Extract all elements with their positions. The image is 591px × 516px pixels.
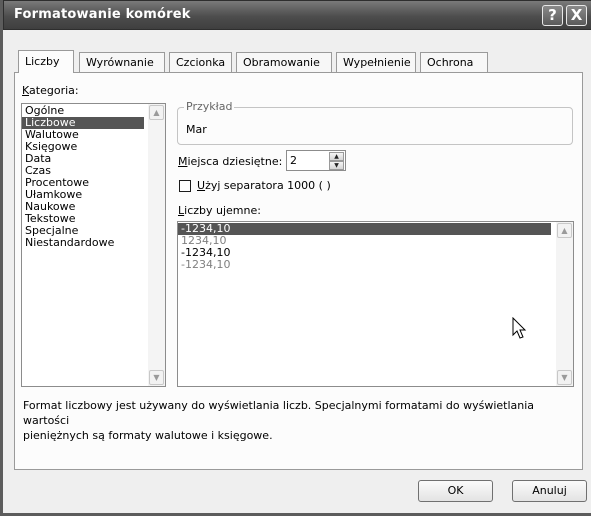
- tab-obramowanie[interactable]: Obramowanie: [236, 52, 332, 72]
- decimal-places-value: 2: [290, 154, 297, 167]
- negative-numbers-listbox[interactable]: -1234,10 1234,10 -1234,10 -1234,10 ▲ ▼: [177, 221, 574, 387]
- description-line-1: Format liczbowy jest używany do wyświetl…: [23, 399, 535, 427]
- decimal-places-spinner[interactable]: 2 ▲ ▼: [286, 150, 346, 171]
- scroll-up-icon[interactable]: ▲: [149, 105, 164, 120]
- negative-item[interactable]: -1234,10: [178, 259, 573, 271]
- spin-down-icon[interactable]: ▼: [329, 161, 344, 170]
- dialog-title: Formatowanie komórek: [14, 7, 191, 22]
- category-label: Kategoria:: [22, 84, 79, 97]
- sample-value: Mar: [186, 123, 207, 136]
- sample-caption: Przykład: [184, 100, 235, 113]
- scroll-up-icon[interactable]: ▲: [557, 223, 572, 238]
- negative-numbers-label: Liczby ujemne:: [178, 204, 261, 217]
- negative-item[interactable]: 1234,10: [178, 235, 573, 247]
- tab-ochrona[interactable]: Ochrona: [420, 52, 488, 72]
- tab-wyrownanie[interactable]: Wyrównanie: [79, 52, 165, 72]
- format-cells-dialog: Formatowanie komórek ? X Liczby Wyrównan…: [0, 0, 591, 516]
- decimal-places-label: Miejsca dziesiętne:: [178, 155, 283, 168]
- negative-item[interactable]: -1234,10: [178, 247, 573, 259]
- ok-button[interactable]: OK: [418, 480, 493, 502]
- negative-scrollbar[interactable]: ▲ ▼: [556, 222, 573, 386]
- description-line-2: pieniężnych są formaty walutowe i księgo…: [23, 429, 273, 442]
- separator-checkbox[interactable]: [179, 180, 191, 192]
- separator-label[interactable]: Użyj separatora 1000 ( ): [197, 179, 331, 192]
- tab-liczby[interactable]: Liczby: [18, 50, 74, 73]
- format-description: Format liczbowy jest używany do wyświetl…: [23, 398, 582, 443]
- title-bar[interactable]: Formatowanie komórek ? X: [3, 0, 591, 30]
- sample-groupbox: Przykład Mar: [177, 100, 573, 145]
- tab-czcionka[interactable]: Czcionka: [169, 52, 232, 72]
- cancel-button[interactable]: Anuluj: [512, 480, 587, 502]
- scroll-down-icon[interactable]: ▼: [557, 370, 572, 385]
- close-button[interactable]: X: [566, 5, 587, 26]
- negative-item-selected[interactable]: -1234,10: [178, 223, 551, 235]
- category-scrollbar[interactable]: ▲ ▼: [148, 104, 165, 386]
- dialog-client-area: Liczby Wyrównanie Czcionka Obramowanie W…: [6, 30, 591, 513]
- category-item[interactable]: Niestandardowe: [22, 237, 165, 249]
- category-listbox[interactable]: Ogólne Liczbowe Walutowe Księgowe Data C…: [21, 103, 166, 387]
- scroll-down-icon[interactable]: ▼: [149, 370, 164, 385]
- tab-wypelnienie[interactable]: Wypełnienie: [336, 52, 416, 72]
- mouse-cursor-icon: [512, 317, 527, 339]
- spin-up-icon[interactable]: ▲: [329, 152, 344, 161]
- tab-panel-liczby: Kategoria: Ogólne Liczbowe Walutowe Księ…: [14, 72, 583, 470]
- help-button[interactable]: ?: [542, 5, 563, 26]
